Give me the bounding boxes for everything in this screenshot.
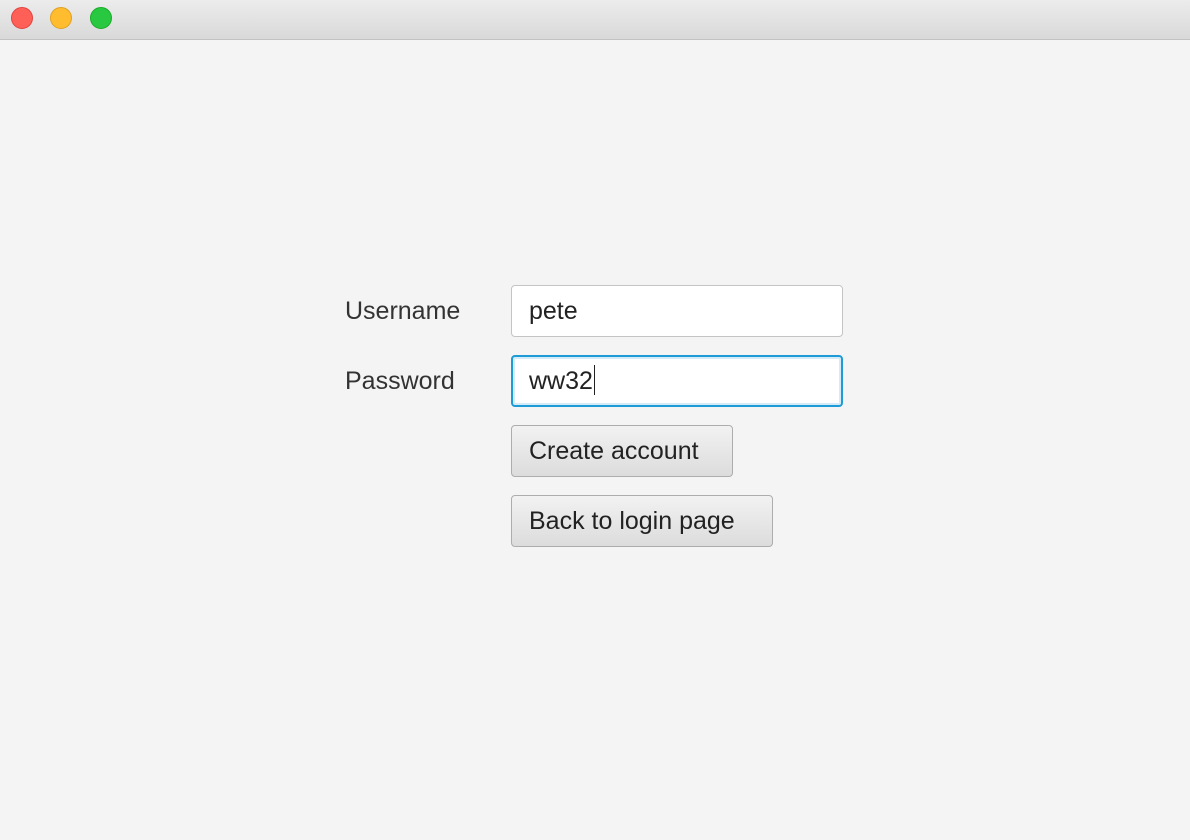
password-value: ww32 (529, 367, 593, 395)
create-account-button[interactable]: Create account (511, 425, 733, 477)
password-label: Password (345, 367, 455, 395)
app-window: Username pete Password ww32 Create accou… (0, 0, 1190, 840)
minimize-window-button[interactable] (50, 7, 72, 29)
password-field[interactable]: ww32 (511, 355, 843, 407)
username-label: Username (345, 297, 461, 325)
username-field[interactable]: pete (511, 285, 843, 337)
close-window-button[interactable] (11, 7, 33, 29)
username-value: pete (529, 297, 578, 325)
text-caret (593, 365, 595, 396)
back-to-login-button[interactable]: Back to login page (511, 495, 773, 547)
title-bar (0, 0, 1190, 40)
maximize-window-button[interactable] (90, 7, 112, 29)
